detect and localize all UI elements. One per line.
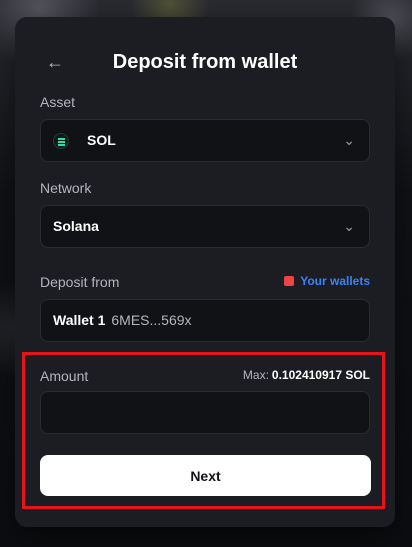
asset-value: SOL [87, 132, 116, 148]
wallet-field[interactable]: Wallet 1 6MES...569x [40, 299, 370, 342]
wallet-name: Wallet 1 [53, 312, 106, 328]
network-select[interactable]: Solana ⌄ [40, 205, 370, 248]
arrow-left-icon: ← [46, 52, 64, 72]
network-label: Network [40, 180, 92, 196]
modal-header: ← Deposit from wallet [15, 47, 395, 77]
wallet-address: 6MES...569x [111, 312, 192, 328]
highlight-box [22, 352, 385, 509]
asset-label: Asset [40, 94, 76, 110]
deposit-from-label: Deposit from [40, 274, 120, 290]
back-button[interactable]: ← [43, 47, 67, 77]
chevron-down-icon: ⌄ [343, 132, 355, 148]
your-wallets-link[interactable]: Your wallets [284, 272, 370, 290]
wallet-display: Wallet 1 6MES...569x [53, 300, 192, 341]
solana-token-icon [53, 133, 69, 149]
your-wallets-label: Your wallets [300, 274, 370, 288]
chevron-down-icon: ⌄ [343, 218, 355, 234]
asset-select[interactable]: SOL ⌄ [40, 119, 370, 162]
network-value: Solana [53, 218, 99, 234]
wallet-icon [284, 276, 295, 286]
modal-title: Deposit from wallet [112, 51, 298, 73]
